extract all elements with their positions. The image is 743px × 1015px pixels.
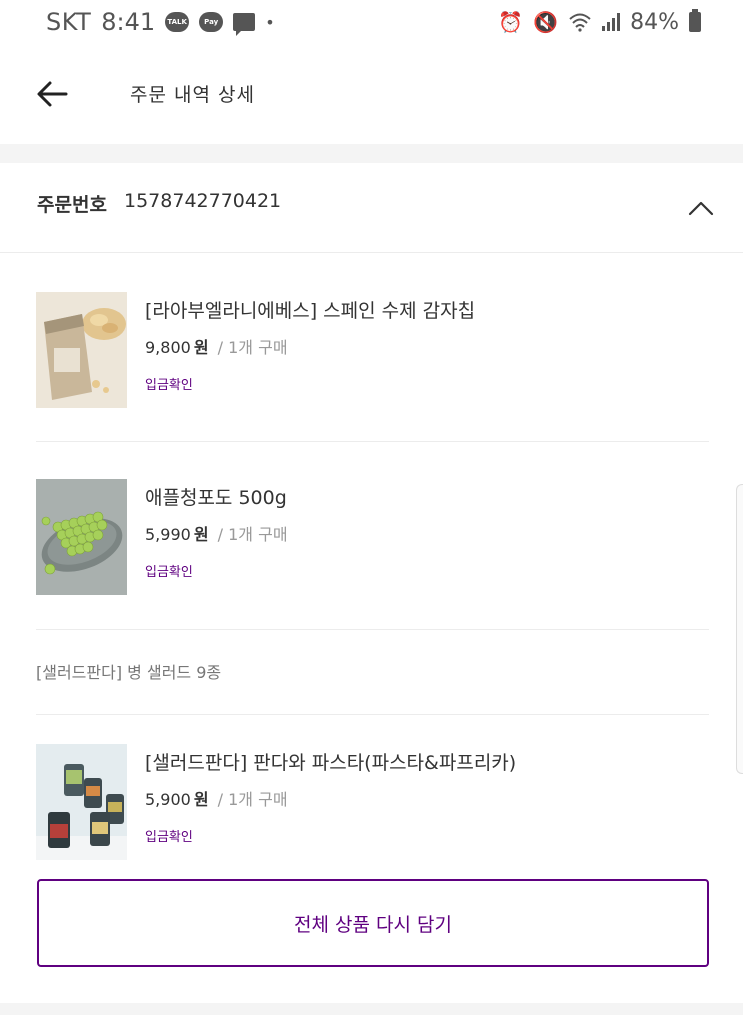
alarm-icon: ⏰ — [498, 10, 524, 34]
arrow-left-icon — [37, 81, 68, 107]
product-group-label[interactable]: [샐러드판다] 병 샐러드 9종 — [36, 659, 221, 683]
order-card: 주문번호 1578742770421 [라아부엘라니에베스] 스페인 수제 감자… — [0, 163, 743, 1003]
back-button[interactable] — [32, 74, 72, 114]
order-item[interactable]: 애플청포도 500g 5,990 원 / 1개 구매 입금확인 — [36, 479, 709, 619]
divider — [36, 714, 709, 715]
page-title: 주문 내역 상세 — [130, 84, 255, 106]
status-left: SKT 8:41 TALK Pay • — [46, 8, 275, 36]
product-name[interactable]: 애플청포도 500g — [145, 483, 287, 510]
mute-icon: 🔇 — [533, 10, 559, 34]
wifi-icon — [569, 13, 591, 32]
status-bar: SKT 8:41 TALK Pay • ⏰ 🔇 84% — [0, 0, 743, 44]
product-thumbnail[interactable] — [36, 744, 127, 860]
product-thumbnail[interactable] — [36, 292, 127, 408]
product-name[interactable]: [샐러드판다] 판다와 파스타(파스타&파프리카) — [145, 748, 516, 775]
message-icon — [233, 13, 256, 36]
product-name[interactable]: [라아부엘라니에베스] 스페인 수제 감자칩 — [145, 296, 475, 323]
purchase-quantity: / 1개 구매 — [217, 338, 288, 357]
signal-strength-icon — [602, 13, 621, 31]
kakaotalk-icon: TALK — [165, 12, 190, 32]
price-row: 5,900 원 / 1개 구매 — [145, 786, 288, 810]
chevron-up-icon — [688, 201, 714, 216]
order-status: 입금확인 — [145, 565, 193, 580]
carrier-label: SKT — [46, 8, 92, 36]
product-price: 5,900 — [145, 790, 191, 809]
order-item[interactable]: [샐러드판다] 판다와 파스타(파스타&파프리카) 5,900 원 / 1개 구매… — [36, 744, 709, 884]
app-header: 주문 내역 상세 — [0, 44, 743, 144]
salad-jars-icon — [36, 744, 127, 860]
scroll-indicator[interactable] — [736, 484, 743, 774]
product-price: 5,990 — [145, 525, 191, 544]
battery-icon — [689, 9, 701, 32]
battery-percentage: 84% — [630, 9, 679, 35]
order-header[interactable]: 주문번호 1578742770421 — [0, 163, 743, 253]
status-right: ⏰ 🔇 84% — [498, 9, 701, 35]
potato-chip-bag-icon — [36, 292, 127, 408]
order-status: 입금확인 — [145, 378, 193, 393]
currency-unit: 원 — [193, 338, 209, 357]
kakaopay-icon: Pay — [199, 12, 224, 32]
divider — [36, 441, 709, 442]
reorder-all-button[interactable]: 전체 상품 다시 담기 — [37, 879, 709, 967]
price-row: 9,800 원 / 1개 구매 — [145, 334, 288, 358]
green-grapes-icon — [36, 479, 127, 595]
divider — [36, 629, 709, 630]
order-item[interactable]: [라아부엘라니에베스] 스페인 수제 감자칩 9,800 원 / 1개 구매 입금… — [36, 292, 709, 432]
clock-time: 8:41 — [101, 8, 156, 36]
order-number-label: 주문번호 — [37, 194, 107, 216]
collapse-button[interactable] — [684, 193, 718, 223]
purchase-quantity: / 1개 구매 — [217, 525, 288, 544]
product-price: 9,800 — [145, 338, 191, 357]
order-number-value: 1578742770421 — [124, 190, 282, 212]
purchase-quantity: / 1개 구매 — [217, 790, 288, 809]
price-row: 5,990 원 / 1개 구매 — [145, 521, 288, 545]
order-status: 입금확인 — [145, 830, 193, 845]
currency-unit: 원 — [193, 525, 209, 544]
product-thumbnail[interactable] — [36, 479, 127, 595]
currency-unit: 원 — [193, 790, 209, 809]
more-notifications-dot-icon: • — [265, 12, 275, 32]
